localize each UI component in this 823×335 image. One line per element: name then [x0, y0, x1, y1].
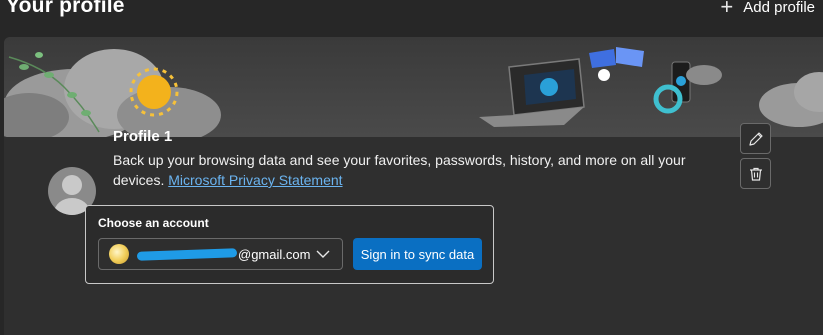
delete-profile-button[interactable]: [740, 158, 771, 189]
profile-settings-page: Your profile + Add profile Profile 1 Bac…: [0, 0, 823, 335]
pencil-icon: [748, 131, 763, 146]
profile-banner: [4, 37, 823, 137]
add-profile-label: Add profile: [743, 0, 815, 16]
account-dropdown[interactable]: @gmail.com: [98, 238, 343, 270]
add-profile-button[interactable]: + Add profile: [720, 0, 815, 18]
trash-icon: [749, 167, 762, 181]
plus-icon: +: [720, 0, 734, 19]
account-avatar: [109, 244, 129, 264]
page-title: Your profile: [6, 0, 125, 17]
chevron-down-icon: [316, 250, 330, 258]
privacy-statement-link[interactable]: Microsoft Privacy Statement: [168, 172, 342, 188]
redacted-email-mark: [136, 247, 238, 261]
choose-account-panel: Choose an account @gmail.com Sign in to …: [85, 205, 494, 284]
account-email: @gmail.com: [238, 246, 311, 262]
edit-profile-button[interactable]: [740, 123, 771, 154]
profile-description: Back up your browsing data and see your …: [113, 150, 703, 190]
banner-illustration: [4, 47, 823, 137]
profile-name: Profile 1: [113, 128, 173, 145]
choose-account-label: Choose an account: [98, 216, 209, 230]
sign-in-sync-button[interactable]: Sign in to sync data: [353, 238, 482, 270]
